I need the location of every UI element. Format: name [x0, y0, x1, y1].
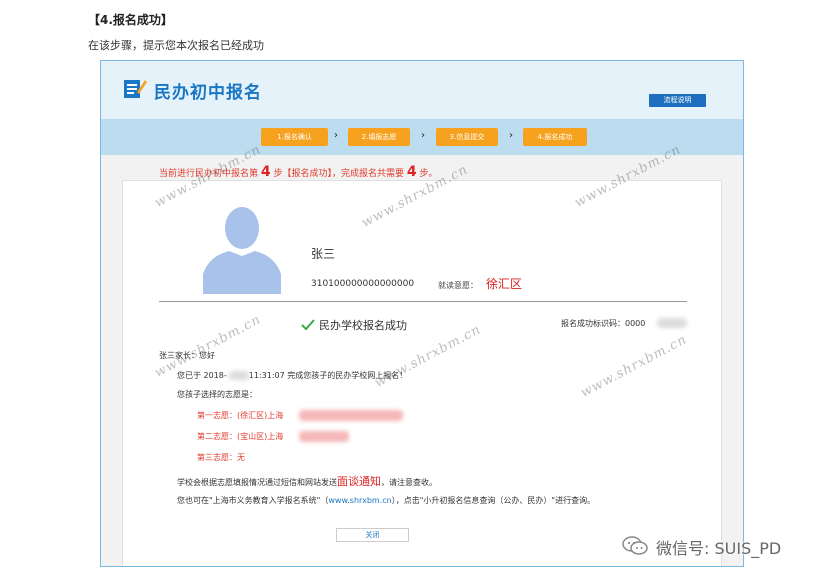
- interview-notice: 面谈通知: [337, 475, 381, 488]
- student-name: 张三: [311, 247, 336, 261]
- system-link[interactable]: www.shrxbm.cn: [328, 496, 391, 505]
- wechat-id: 微信号: SUIS_PD: [656, 539, 782, 558]
- redacted-area: [229, 371, 249, 380]
- notice-current-step: 4: [260, 164, 271, 180]
- success-message: 民办学校报名成功: [319, 319, 407, 332]
- step-arrow: ›: [421, 130, 425, 141]
- choice-1: 第一志愿：(徐汇区)上海: [197, 411, 284, 420]
- school-value: 徐汇区: [486, 277, 523, 291]
- redacted-area: [299, 410, 403, 421]
- redacted-area: [299, 431, 349, 442]
- pen-notepad-icon: [124, 80, 147, 98]
- notice-total-steps: 4: [406, 164, 417, 180]
- redacted-area: [657, 318, 687, 328]
- school-label: 就读意愿：: [438, 281, 478, 290]
- user-silhouette-icon: [203, 207, 281, 294]
- screenshot-frame: 民办初中报名 流程说明 1.报名确认 › 2.填报志愿 › 3.信息提交 › 4…: [100, 60, 744, 567]
- message-line-1-prefix: 您已于 2018-: [177, 371, 227, 380]
- message-line-4: 您也可在"上海市义务教育入学报名系统"（www.shrxbm.cn），点击"小升…: [177, 495, 595, 506]
- close-button[interactable]: 关闭: [336, 528, 409, 542]
- message-line-2: 您孩子选择的志愿是：: [177, 390, 257, 399]
- guide-button[interactable]: 流程说明: [649, 94, 706, 107]
- step-1: 1.报名确认: [261, 128, 328, 146]
- success-code: 报名成功标识码：0000: [561, 319, 646, 328]
- choice-3: 第三志愿：无: [197, 453, 245, 462]
- checkmark-icon: [301, 319, 315, 331]
- message-line-3-prefix: 学校会根据志愿填报情况通过短信和网站发送: [177, 478, 337, 487]
- app-title: 民办初中报名: [154, 83, 262, 103]
- message-line-4-suffix: ），点击"小升初报名信息查询（公办、民办）"进行查询。: [391, 496, 596, 505]
- app-header: 民办初中报名 流程说明: [101, 61, 743, 119]
- step-arrow: ›: [509, 130, 513, 141]
- wechat-icon: [622, 536, 648, 555]
- steps-bar: 1.报名确认 › 2.填报志愿 › 3.信息提交 › 4.报名成功: [101, 119, 743, 155]
- message-line-3: 学校会根据志愿填报情况通过短信和网站发送面谈通知，请注意查收。: [177, 473, 437, 489]
- step-3: 3.信息提交: [436, 128, 498, 146]
- message-line-3-suffix: ，请注意查收。: [381, 478, 437, 487]
- step-4: 4.报名成功: [523, 128, 587, 146]
- step-arrow: ›: [334, 130, 338, 141]
- notice-middle: 步【报名成功】，完成报名共需要: [273, 169, 405, 179]
- article-heading: 【4.报名成功】: [88, 13, 173, 27]
- divider: [159, 301, 687, 302]
- student-id-number: 310100000000000000: [311, 279, 415, 289]
- choice-2: 第二志愿：(宝山区)上海: [197, 432, 284, 441]
- message-line-4-prefix: 您也可在"上海市义务教育入学报名系统"（: [177, 496, 329, 505]
- article-description: 在该步骤，提示您本次报名已经成功: [88, 39, 264, 52]
- step-2: 2.填报志愿: [348, 128, 410, 146]
